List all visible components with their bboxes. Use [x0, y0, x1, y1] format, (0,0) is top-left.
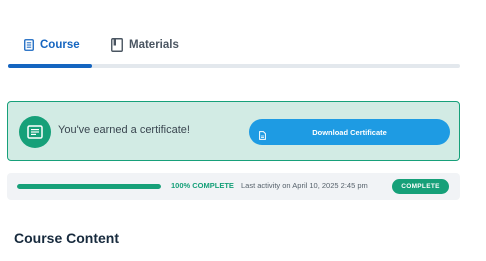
progress-percent-label: 100% COMPLETE	[171, 181, 234, 190]
notebook-icon	[111, 38, 123, 52]
certificate-message: You've earned a certificate!	[58, 124, 190, 136]
active-tab-indicator	[8, 64, 92, 68]
tab-course[interactable]: Course	[24, 35, 80, 55]
progress-bar	[17, 184, 161, 189]
download-certificate-button[interactable]: Download Certificate	[249, 119, 450, 145]
file-icon	[259, 127, 266, 145]
certificate-icon	[19, 116, 51, 148]
tab-materials[interactable]: Materials	[111, 35, 179, 55]
download-certificate-label: Download Certificate	[312, 127, 387, 137]
progress-row: 100% COMPLETE Last activity on April 10,…	[7, 173, 460, 200]
certificate-banner: You've earned a certificate! Download Ce…	[7, 101, 460, 161]
tab-course-label: Course	[40, 39, 80, 51]
tab-bar: Course Materials	[8, 24, 460, 68]
course-page: Course Materials You've earned a certifi…	[0, 0, 486, 261]
tab-materials-label: Materials	[129, 39, 179, 51]
section-title: Course Content	[14, 230, 119, 246]
document-icon	[24, 39, 34, 51]
progress-bar-fill	[17, 184, 161, 189]
status-badge: COMPLETE	[392, 179, 449, 194]
last-activity-text: Last activity on April 10, 2025 2:45 pm	[241, 181, 368, 190]
